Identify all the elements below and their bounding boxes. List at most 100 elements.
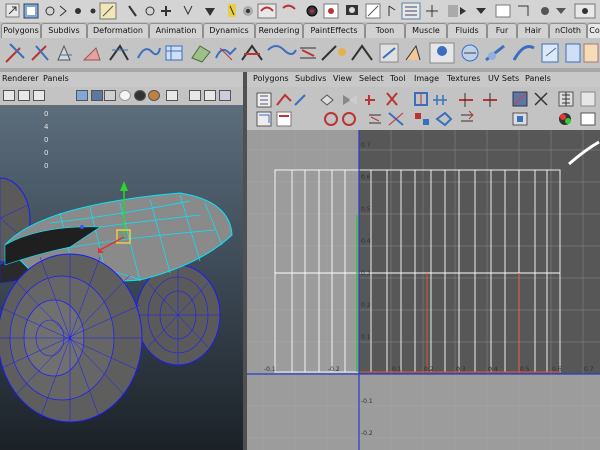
menu-image[interactable]: Image <box>414 74 439 83</box>
menu-tool[interactable]: Tool <box>390 74 406 83</box>
menu-subdivs[interactable]: Subdivs <box>295 74 326 83</box>
cylindrical-mapping-icon[interactable] <box>512 45 535 61</box>
menu-panels[interactable]: Panels <box>525 74 551 83</box>
poly-cube-icon[interactable] <box>31 45 49 61</box>
rotate-ccw-icon[interactable] <box>365 95 375 105</box>
graph-editor-icon[interactable] <box>518 5 529 16</box>
hypergraph-icon[interactable] <box>574 3 596 19</box>
camera-icon[interactable] <box>346 5 358 15</box>
flat-shade-icon[interactable] <box>104 90 116 101</box>
planar-mapping-icon[interactable] <box>485 44 505 62</box>
soft-mod-icon[interactable] <box>183 5 193 16</box>
combine-icon[interactable] <box>165 45 183 61</box>
tab-ncloth[interactable]: nCloth <box>549 23 587 38</box>
sculpt-icon[interactable] <box>405 44 421 61</box>
move-tool-icon[interactable] <box>5 3 20 18</box>
perspective-viewport[interactable]: 0 4 0 0 0 <box>0 105 243 450</box>
shell-border-icon[interactable] <box>276 111 292 127</box>
merge-icon[interactable] <box>300 47 316 59</box>
isolate-select-icon[interactable] <box>189 90 201 101</box>
uv-lattice-icon[interactable] <box>256 92 272 108</box>
snap-curve-icon[interactable] <box>90 8 96 14</box>
paint-select-icon[interactable] <box>99 2 117 20</box>
tab-custom[interactable]: Co <box>587 23 600 38</box>
hypershade-icon[interactable] <box>306 5 318 17</box>
sew-uv-icon[interactable] <box>433 95 447 105</box>
camera-attributes-icon[interactable] <box>18 90 30 101</box>
menu-renderer[interactable]: Renderer <box>2 74 39 83</box>
magnet-icon[interactable] <box>282 4 296 10</box>
resolution-gate-icon[interactable] <box>219 90 231 101</box>
menu-textures[interactable]: Textures <box>447 74 480 83</box>
bridge-icon[interactable] <box>267 45 297 55</box>
scale-tool-icon[interactable] <box>145 6 155 16</box>
snap-uv-icon[interactable] <box>324 112 338 126</box>
move-sew-icon[interactable] <box>459 93 473 107</box>
smooth-shade-icon[interactable] <box>91 90 103 101</box>
bookmark-icon[interactable] <box>33 90 45 101</box>
tab-hair[interactable]: Hair <box>517 23 549 38</box>
wireframe-icon[interactable] <box>76 90 88 101</box>
tab-dynamics[interactable]: Dynamics <box>203 23 255 38</box>
uv-editor-viewport[interactable]: 0.7 0.6 0.5 0.4 0.3 0.2 0.1 -0.1 -0.2 0.… <box>247 130 600 450</box>
isolate-icon[interactable] <box>256 111 272 127</box>
tab-fluids[interactable]: Fluids <box>447 23 487 38</box>
menu-uv-sets[interactable]: UV Sets <box>488 74 519 83</box>
layout-uv-icon[interactable] <box>483 93 497 107</box>
sound-icon[interactable] <box>388 5 396 16</box>
flip-v-icon[interactable] <box>343 95 357 105</box>
default-light-icon[interactable] <box>119 90 131 101</box>
flip-u-icon[interactable] <box>320 94 334 106</box>
menu-view[interactable]: View <box>333 74 352 83</box>
unfold-icon[interactable] <box>388 112 404 126</box>
tab-fur[interactable]: Fur <box>487 23 517 38</box>
snap-grid-icon[interactable] <box>59 5 67 17</box>
manipulator-icon[interactable] <box>161 6 171 16</box>
ipr-render-icon[interactable] <box>228 4 236 17</box>
texture-tiling-icon[interactable] <box>512 112 528 126</box>
cut-uv-icon[interactable] <box>414 92 428 106</box>
rotate-cw-icon[interactable] <box>386 92 398 106</box>
channel-box-icon[interactable] <box>448 5 466 17</box>
xray-icon[interactable] <box>166 90 178 101</box>
attribute-editor-icon[interactable] <box>401 2 421 20</box>
render-icon[interactable] <box>243 6 253 16</box>
display-image-icon[interactable] <box>512 91 528 107</box>
render-view-icon[interactable] <box>323 3 339 19</box>
tab-toon[interactable]: Toon <box>365 23 405 38</box>
extrude-icon[interactable] <box>241 44 263 61</box>
menu-select[interactable]: Select <box>359 74 384 83</box>
batch-render-icon[interactable] <box>365 3 381 19</box>
tab-painteffects[interactable]: PaintEffects <box>303 23 365 38</box>
smooth-icon[interactable] <box>215 47 237 61</box>
insert-edge-loop-icon[interactable] <box>379 43 399 63</box>
straighten-icon[interactable] <box>369 114 381 124</box>
automatic-mapping-icon[interactable] <box>565 43 599 63</box>
checker-icon[interactable] <box>580 91 596 107</box>
select-tool-icon[interactable] <box>23 3 39 19</box>
render-settings-icon[interactable] <box>257 3 277 19</box>
textured-icon[interactable] <box>148 90 160 101</box>
poly-cone-icon[interactable] <box>82 47 101 61</box>
grid-uv-icon[interactable] <box>435 111 453 127</box>
shadows-icon[interactable] <box>134 90 146 101</box>
poly-cylinder-icon[interactable] <box>57 44 72 61</box>
separate-icon[interactable] <box>191 45 211 63</box>
snap-point-icon[interactable] <box>75 8 81 14</box>
tab-animation[interactable]: Animation <box>149 23 203 38</box>
rotate-tool-icon[interactable] <box>128 5 137 17</box>
snapshot-icon[interactable] <box>342 112 356 126</box>
select-camera-icon[interactable] <box>3 90 15 101</box>
playblast-icon[interactable] <box>541 7 549 15</box>
uv-smudge-icon[interactable] <box>294 94 306 106</box>
split-poly-icon[interactable] <box>351 44 373 61</box>
tab-muscle[interactable]: Muscle <box>405 23 447 38</box>
show-manip-icon[interactable] <box>205 8 215 16</box>
dim-image-icon[interactable] <box>534 92 548 106</box>
align-icon[interactable] <box>461 110 474 122</box>
lasso-icon[interactable] <box>45 6 55 16</box>
tool-settings-icon[interactable] <box>426 5 438 17</box>
tab-polygons[interactable]: Polygons <box>1 23 41 38</box>
grid-toggle-icon[interactable] <box>558 91 574 107</box>
append-icon[interactable] <box>321 45 346 61</box>
